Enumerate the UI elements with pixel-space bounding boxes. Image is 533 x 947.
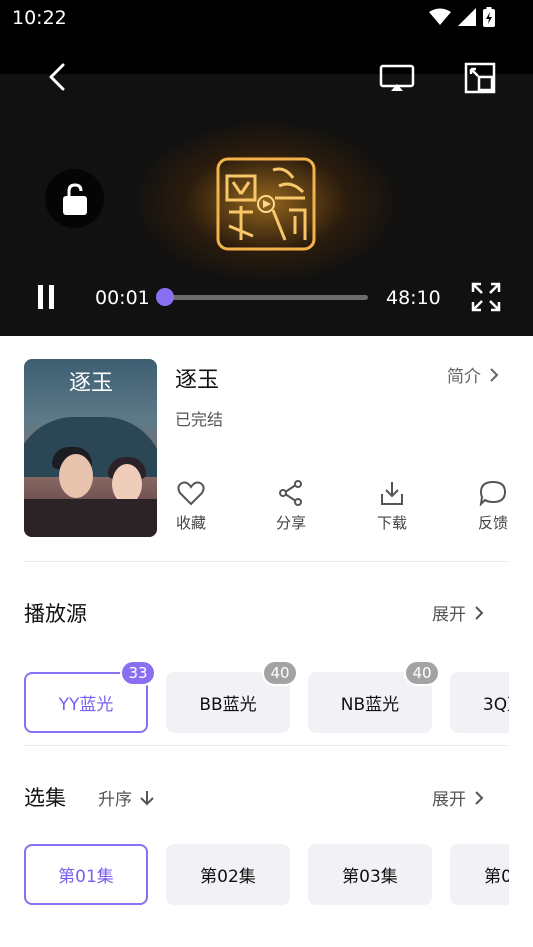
cast-button[interactable]	[379, 63, 415, 93]
episode-label: 第02集	[200, 867, 256, 887]
sort-toggle[interactable]: 升序	[98, 785, 154, 810]
favorite-label: 收藏	[175, 514, 206, 532]
heart-icon	[177, 481, 205, 506]
signal-icon	[458, 8, 476, 26]
episode-chip[interactable]: 第02集	[166, 844, 290, 905]
back-arrow-icon	[49, 63, 65, 91]
episode-expand-label: 展开	[432, 790, 466, 810]
source-chip-3q[interactable]: 3Q蓝光	[450, 672, 509, 733]
pause-icon	[38, 285, 54, 309]
status-time: 10:22	[12, 7, 67, 29]
source-label: NB蓝光	[340, 695, 400, 715]
episode-label: 第01集	[58, 867, 114, 887]
episode-chip[interactable]: 第03集	[308, 844, 432, 905]
total-time: 48:10	[386, 287, 441, 309]
divider	[24, 745, 509, 746]
download-label: 下载	[376, 514, 407, 532]
source-section-title: 播放源	[24, 602, 87, 626]
share-button[interactable]: 分享	[271, 480, 311, 533]
video-player[interactable]: 00:01 48:10	[0, 36, 533, 336]
source-count-badge: 40	[404, 660, 440, 686]
chevron-right-icon	[490, 367, 499, 382]
intro-link[interactable]: 简介	[447, 362, 499, 387]
intro-label: 简介	[447, 367, 481, 387]
feedback-button[interactable]: 反馈	[473, 480, 513, 533]
progress-thumb[interactable]	[156, 288, 174, 306]
episode-list[interactable]: 第01集 第02集 第03集 第04集	[24, 844, 509, 908]
share-label: 分享	[275, 514, 306, 532]
cast-icon	[379, 64, 415, 91]
arrow-down-icon	[140, 790, 154, 805]
status-icons	[429, 7, 495, 27]
pause-button[interactable]	[36, 284, 58, 310]
episode-label: 第04集	[484, 867, 509, 887]
chevron-right-icon	[475, 790, 484, 805]
download-icon	[381, 482, 403, 505]
episode-section-title: 选集	[24, 786, 66, 810]
episode-chip[interactable]: 第04集	[450, 844, 509, 905]
sort-label: 升序	[98, 790, 132, 810]
pip-button[interactable]	[464, 62, 496, 94]
source-expand-button[interactable]: 展开	[432, 600, 484, 625]
episode-label: 第03集	[342, 867, 398, 887]
share-icon	[279, 480, 302, 506]
feedback-icon	[479, 480, 507, 506]
show-title: 逐玉	[175, 368, 220, 393]
source-expand-label: 展开	[432, 605, 466, 625]
unlock-icon	[62, 182, 87, 215]
screen-lock-button[interactable]	[45, 169, 104, 228]
episode-expand-button[interactable]: 展开	[432, 785, 484, 810]
battery-icon	[483, 7, 495, 27]
feedback-label: 反馈	[477, 514, 508, 532]
fullscreen-button[interactable]	[470, 281, 502, 313]
fullscreen-icon	[471, 282, 501, 312]
current-time: 00:01	[95, 287, 150, 309]
source-label: YY蓝光	[58, 695, 114, 715]
back-button[interactable]	[44, 62, 72, 92]
show-status: 已完结	[175, 410, 224, 429]
show-poster: 逐玉	[24, 359, 157, 537]
source-label: 3Q蓝光	[482, 695, 509, 715]
favorite-button[interactable]: 收藏	[171, 480, 211, 533]
source-label: BB蓝光	[199, 695, 257, 715]
source-count-badge: 40	[262, 660, 298, 686]
chevron-right-icon	[475, 605, 484, 620]
source-count-badge: 33	[120, 660, 156, 686]
progress-track[interactable]	[163, 295, 368, 300]
picture-in-picture-icon	[464, 62, 496, 94]
episode-chip[interactable]: 第01集	[24, 844, 148, 905]
wifi-icon	[429, 8, 451, 25]
divider	[24, 561, 509, 562]
channel-logo	[215, 156, 317, 252]
download-button[interactable]: 下载	[372, 480, 412, 533]
status-bar: 10:22	[0, 0, 533, 36]
poster-title: 逐玉	[69, 371, 114, 396]
source-list[interactable]: YY蓝光 33 BB蓝光 40 NB蓝光 40 3Q蓝光	[24, 660, 509, 736]
